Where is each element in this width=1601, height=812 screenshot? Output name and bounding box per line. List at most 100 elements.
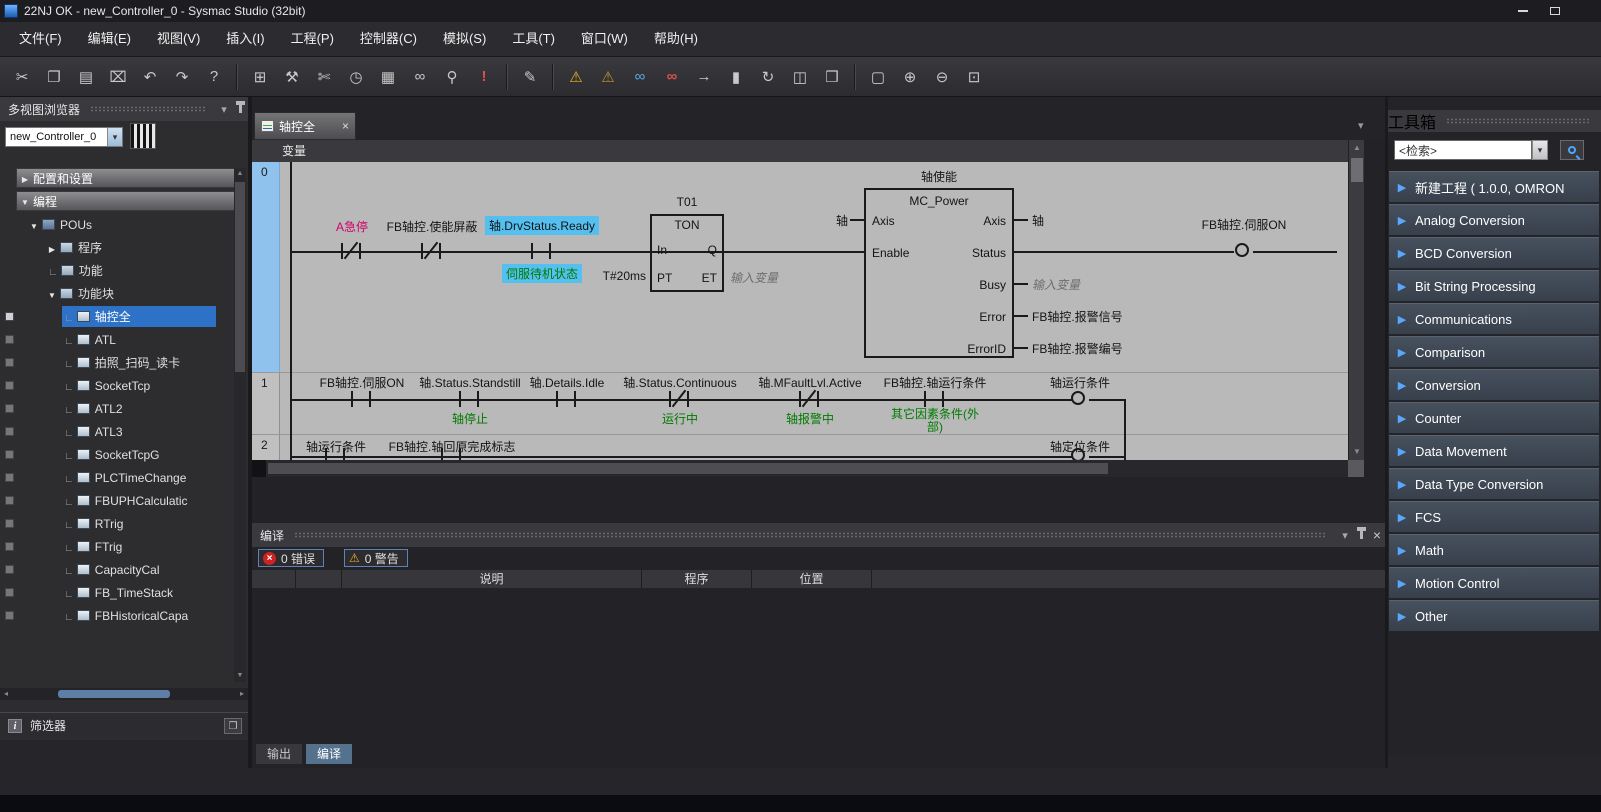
output-coil[interactable] <box>1071 391 1085 405</box>
undo-icon[interactable]: ↶ <box>136 63 164 91</box>
toolbox-item-motion-control[interactable]: Motion Control <box>1389 567 1599 599</box>
rebuild-icon[interactable]: ✄ <box>310 63 338 91</box>
expand-icon[interactable] <box>44 241 60 255</box>
tree-leaf-fb[interactable]: SocketTcp <box>0 375 232 396</box>
editor-vertical-scrollbar[interactable]: ▲ ▼ <box>1348 140 1364 460</box>
menu-help[interactable]: 帮助(H) <box>641 22 711 56</box>
zoom-in-icon[interactable]: ⊕ <box>896 63 924 91</box>
contact-no-standstill[interactable] <box>459 391 479 407</box>
menu-file[interactable]: 文件(F) <box>6 22 75 56</box>
timer-et-value[interactable]: 输入变量 <box>730 269 778 286</box>
toolbox-search-input[interactable] <box>1394 140 1532 160</box>
tree-leaf-fb[interactable]: FB_TimeStack <box>0 582 232 603</box>
explorer-pin-button[interactable] <box>232 97 248 121</box>
tree-leaf-fb[interactable]: 拍照_扫码_读卡 <box>0 352 232 373</box>
menu-tools[interactable]: 工具(T) <box>499 22 568 56</box>
tree-leaf-fb[interactable]: RTrig <box>0 513 232 534</box>
toolbox-item-fcs[interactable]: FCS <box>1389 501 1599 533</box>
tree-leaf-fb[interactable]: ATL2 <box>0 398 232 419</box>
contact-operand[interactable]: 轴.Details.Idle <box>530 374 605 391</box>
tree-leaf-fb[interactable]: ATL3 <box>0 421 232 442</box>
minimize-button[interactable] <box>1508 0 1538 21</box>
contact-operand[interactable]: FB轴控.使能屏蔽 <box>387 218 478 235</box>
contact-operand[interactable]: 轴运行条件 <box>306 438 366 455</box>
editor-horizontal-scrollbar[interactable] <box>252 460 1348 477</box>
toolbox-item-data-movement[interactable]: Data Movement <box>1389 435 1599 467</box>
contact-nc-continuous[interactable] <box>669 391 689 407</box>
fb-errorid-operand[interactable]: FB轴控.报警编号 <box>1032 340 1123 357</box>
scrollbar-thumb[interactable] <box>1351 158 1363 182</box>
contact-operand[interactable]: A急停 <box>336 218 368 235</box>
fb-axis-output-operand[interactable]: 轴 <box>1032 212 1044 229</box>
tab-close-icon[interactable] <box>342 119 349 133</box>
collapse-icon[interactable] <box>26 218 42 232</box>
output-coil[interactable] <box>1071 448 1085 460</box>
toolbox-item-counter[interactable]: Counter <box>1389 402 1599 434</box>
menu-edit[interactable]: 编辑(E) <box>75 22 144 56</box>
zoom-fit-icon[interactable]: ⊡ <box>960 63 988 91</box>
expand-icon[interactable] <box>17 171 33 185</box>
online-icon[interactable]: → <box>690 63 718 91</box>
column-header-icon[interactable] <box>252 570 296 588</box>
dropdown-arrow-icon[interactable] <box>107 128 122 146</box>
output-coil[interactable] <box>1235 243 1249 257</box>
copy-icon[interactable]: ❐ <box>40 63 68 91</box>
contact-operand[interactable]: 轴.Status.Continuous <box>623 374 736 391</box>
contact-operand-highlighted[interactable]: 轴.DrvStatus.Ready <box>485 216 599 235</box>
scrollbar-thumb[interactable] <box>268 463 1108 474</box>
tab-output[interactable]: 输出 <box>256 744 302 764</box>
synchronize-icon[interactable]: ↻ <box>754 63 782 91</box>
explorer-menu-chevron-icon[interactable] <box>216 97 232 121</box>
tree-node-functions[interactable]: 功能 <box>0 260 232 281</box>
monitor-icon[interactable]: ∞ <box>626 63 654 91</box>
redo-icon[interactable]: ↷ <box>168 63 196 91</box>
toolbox-item-comparison[interactable]: Comparison <box>1389 336 1599 368</box>
toolbox-search-button[interactable] <box>1560 140 1584 160</box>
menu-window[interactable]: 窗口(W) <box>568 22 641 56</box>
simulation-icon[interactable]: ✎ <box>516 63 544 91</box>
toolbox-item-project-lib[interactable]: 新建工程 ( 1.0.0, OMRON <box>1389 171 1599 203</box>
tree-node-programs[interactable]: 程序 <box>0 237 232 258</box>
tab-build[interactable]: 编译 <box>306 744 352 764</box>
tree-leaf-fb[interactable]: FBHistoricalCapa <box>0 605 232 626</box>
contact-nc-estop[interactable] <box>341 243 361 259</box>
multiview-icon[interactable]: ⊞ <box>246 63 274 91</box>
mc-power-block[interactable]: MC_Power Axis Enable Axis Status Busy Er… <box>864 188 1014 358</box>
scroll-right-icon[interactable]: ▸ <box>236 688 248 700</box>
rung-0-margin-selected[interactable]: 0 <box>252 162 280 372</box>
monitor-stop-icon[interactable]: ∞ <box>658 63 686 91</box>
cut-icon[interactable]: ✂ <box>8 63 36 91</box>
tree-leaf-fb[interactable]: CapacityCal <box>0 559 232 580</box>
contact-operand[interactable]: FB轴控.伺服ON <box>320 374 405 391</box>
coil-operand[interactable]: FB轴控.伺服ON <box>1202 216 1287 233</box>
contact-nc-fault-active[interactable] <box>799 391 819 407</box>
toolbox-item-other[interactable]: Other <box>1389 600 1599 632</box>
toolbox-item-data-type-conversion[interactable]: Data Type Conversion <box>1389 468 1599 500</box>
scrollbar-thumb[interactable] <box>58 690 170 698</box>
search-dropdown-icon[interactable] <box>1532 140 1548 160</box>
menu-view[interactable]: 视图(V) <box>144 22 213 56</box>
tree-leaf-fb[interactable]: PLCTimeChange <box>0 467 232 488</box>
controller-view-icon[interactable] <box>130 123 156 149</box>
warning-count-badge[interactable]: 0 警告 <box>344 549 408 567</box>
tree-node-pous[interactable]: POUs <box>0 214 232 235</box>
contact-nc-enable-mask[interactable] <box>421 243 441 259</box>
contact-operand[interactable]: 轴.MFaultLvl.Active <box>758 374 861 391</box>
zoom-select-icon[interactable]: ▢ <box>864 63 892 91</box>
collapse-icon[interactable] <box>44 287 60 301</box>
ladder-editor[interactable]: 0 1 2 A急停 FB轴控.使能屏蔽 轴.DrvStatus.Ready 伺服… <box>252 162 1348 460</box>
tree-leaf-fb[interactable]: ATL <box>0 329 232 350</box>
menu-controller[interactable]: 控制器(C) <box>347 22 430 56</box>
menu-insert[interactable]: 插入(I) <box>213 22 277 56</box>
cross-reference-icon[interactable]: ∞ <box>406 63 434 91</box>
tools-icon[interactable]: ⚒ <box>278 63 306 91</box>
check-all-icon[interactable]: ! <box>470 63 498 91</box>
contact-no-servo-on[interactable] <box>351 391 371 407</box>
build-menu-chevron-icon[interactable] <box>1337 523 1353 547</box>
io-map-icon[interactable]: ▦ <box>374 63 402 91</box>
rung-number[interactable]: 2 <box>261 438 268 452</box>
scroll-up-icon[interactable]: ▲ <box>234 168 246 180</box>
scroll-down-icon[interactable]: ▼ <box>1349 444 1365 460</box>
column-header-icon[interactable] <box>296 570 342 588</box>
build-close-button[interactable] <box>1369 523 1385 547</box>
